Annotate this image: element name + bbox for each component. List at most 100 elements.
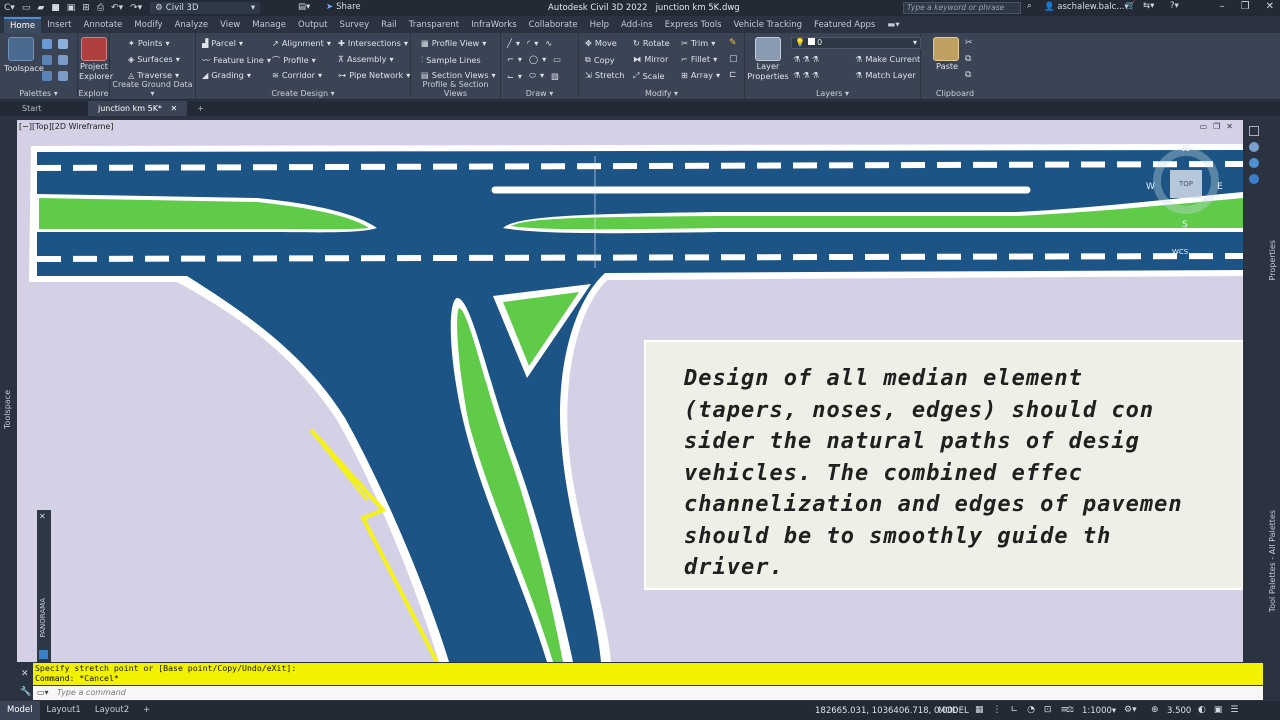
annotation-scale[interactable]: 1:1000▾ <box>1082 706 1116 716</box>
help-icon[interactable]: ?▾ <box>1170 1 1179 11</box>
intersections-button[interactable]: ✚ Intersections ▾ <box>338 38 408 48</box>
cart-icon[interactable]: 🛒 <box>1125 1 1136 11</box>
open-web-icon[interactable]: ⊞ <box>82 3 90 13</box>
search-input[interactable]: Type a keyword or phrase <box>903 2 1021 14</box>
close-tab-icon[interactable]: ✕ <box>170 104 177 113</box>
ortho-icon[interactable]: ∟ <box>1011 705 1019 715</box>
wrench-icon[interactable]: 🔧 <box>20 687 31 697</box>
palette-icon[interactable] <box>58 39 68 49</box>
cleanscreen-icon[interactable]: ▣ <box>1214 705 1223 715</box>
viewport-window-controls[interactable]: ▭❐✕ <box>1200 122 1239 131</box>
section-views-button[interactable]: ▤ Section Views ▾ <box>421 70 496 80</box>
ribbon-tab-infraworks[interactable]: InfraWorks <box>465 17 523 33</box>
design-label[interactable]: Create Design ▾ <box>196 89 410 98</box>
viewcube-top[interactable]: TOP <box>1170 170 1202 198</box>
app-menu-icon[interactable]: C▾ <box>4 3 15 13</box>
copy-button[interactable]: ⧉ Copy <box>585 54 615 65</box>
grid-icon[interactable]: ▦ <box>975 705 984 715</box>
ribbon-tab-collaborate[interactable]: Collaborate <box>523 17 584 33</box>
panorama-icon[interactable] <box>39 650 48 659</box>
palettes-panel-label[interactable]: Palettes ▾ <box>0 89 77 98</box>
traverse-button[interactable]: ◬ Traverse ▾ <box>128 70 179 80</box>
add-layout-button[interactable]: + <box>136 701 157 720</box>
layer-tools-row2[interactable]: ⚗⚗⚗ <box>793 70 821 80</box>
exchange-icon[interactable]: ⇆▾ <box>1143 1 1154 11</box>
drawing-tab[interactable]: junction km 5K* ✕ <box>88 101 188 116</box>
trim-button[interactable]: ✂ Trim ▾ <box>681 38 715 48</box>
ribbon-overflow-icon[interactable]: ▬▾ <box>881 17 905 33</box>
palette-icon[interactable] <box>42 55 52 65</box>
match-prop-icon[interactable]: ⧉ <box>965 70 971 80</box>
folder-icon[interactable]: ▤▾ <box>298 2 310 12</box>
redo-icon[interactable]: ↷▾ <box>130 3 142 13</box>
alignment-button[interactable]: ↗ Alignment ▾ <box>272 38 331 48</box>
sample-lines-button[interactable]: ⫶ Sample Lines <box>421 54 481 65</box>
zoom-icon[interactable] <box>1249 158 1259 168</box>
grading-button[interactable]: ◢ Grading ▾ <box>202 70 251 80</box>
user-account[interactable]: 👤 aschalew.balc...▾ <box>1044 2 1129 12</box>
orbit-icon[interactable] <box>1249 174 1259 184</box>
ribbon-tab-annotate[interactable]: Annotate <box>78 17 129 33</box>
scale-button[interactable]: ⤢ Scale <box>633 70 665 81</box>
erase-icon[interactable]: ✎ <box>729 38 737 48</box>
draw-label[interactable]: Draw ▾ <box>501 89 578 98</box>
corridor-button[interactable]: ≋ Corridor ▾ <box>272 70 322 80</box>
surfaces-button[interactable]: ◈ Surfaces ▾ <box>128 54 180 64</box>
pipe-network-button[interactable]: ⊶ Pipe Network ▾ <box>338 70 410 80</box>
drawing-viewport[interactable]: [−][Top][2D Wireframe] ▭❐✕ TOP N W E S W… <box>17 120 1243 662</box>
viewcube-north[interactable]: N <box>1182 144 1190 154</box>
customize-icon[interactable]: ☰ <box>1230 705 1238 715</box>
profile-view-button[interactable]: ▦ Profile View ▾ <box>421 38 486 48</box>
line-tools[interactable]: ╱▾ ◜▾ ∿ <box>507 38 556 48</box>
restore-viewport-icon[interactable]: ❐ <box>1213 122 1226 131</box>
isolate-icon[interactable]: ◐ <box>1198 705 1206 715</box>
layer-properties-icon[interactable] <box>755 37 781 61</box>
settings-gear-icon[interactable]: ⚙▾ <box>1124 705 1137 715</box>
assembly-button[interactable]: ⊼ Assembly ▾ <box>338 54 394 64</box>
points-button[interactable]: ✦ Points ▾ <box>128 38 170 48</box>
wcs-menu[interactable]: WCS <box>1172 248 1188 256</box>
open-icon[interactable]: ▰ <box>37 3 44 13</box>
palette-icon[interactable] <box>42 71 52 81</box>
maximize-icon[interactable]: ❐ <box>1241 1 1250 12</box>
tool-palettes-side-label[interactable]: Tool Palettes - All Palettes <box>1268 510 1277 612</box>
ribbon-tab-rail[interactable]: Rail <box>375 17 403 33</box>
parcel-button[interactable]: ▟ Parcel ▾ <box>202 38 243 48</box>
palette-icon[interactable] <box>58 55 68 65</box>
ribbon-tab-output[interactable]: Output <box>292 17 334 33</box>
offset-icon[interactable]: ⊏ <box>729 70 737 80</box>
paste-button[interactable]: Paste <box>936 61 958 71</box>
close-command-icon[interactable]: ✕ <box>21 669 29 679</box>
paste-icon[interactable] <box>933 37 959 61</box>
layer-tools-row1[interactable]: ⚗⚗⚗ <box>793 54 821 64</box>
copy-clip-icon[interactable]: ⧉ <box>965 54 971 64</box>
minimize-icon[interactable]: – <box>1220 1 1225 12</box>
explode-icon[interactable]: ▢ <box>729 54 738 64</box>
match-layer-button[interactable]: ⚗ Match Layer <box>855 70 916 80</box>
array-button[interactable]: ⊞ Array ▾ <box>681 70 720 80</box>
start-tab[interactable]: Start <box>12 101 88 116</box>
make-current-button[interactable]: ⚗ Make Current <box>855 54 920 64</box>
ribbon-tab-home[interactable]: Home <box>4 17 42 33</box>
viewcube-west[interactable]: W <box>1146 182 1155 192</box>
workspace-dropdown[interactable]: ⚙ Civil 3D ▾ <box>150 2 261 14</box>
ribbon-tab-transparent[interactable]: Transparent <box>403 17 465 33</box>
viewcube-south[interactable]: S <box>1182 220 1188 230</box>
coordinate-readout[interactable]: 182665.031, 1036406.718, 0.000 <box>815 706 958 716</box>
print-icon[interactable]: ⎙ <box>97 3 104 13</box>
share-button[interactable]: ➤ Share <box>326 2 361 12</box>
new-tab-button[interactable]: + <box>187 101 214 116</box>
command-input[interactable]: ▭▾ Type a command <box>33 686 1263 700</box>
search-icon[interactable]: ⌕ <box>1027 1 1032 11</box>
saveas-icon[interactable]: ▣ <box>67 3 76 13</box>
mirror-button[interactable]: ⧓ Mirror <box>633 54 668 64</box>
palette-icon[interactable] <box>58 71 68 81</box>
ribbon-tab-help[interactable]: Help <box>584 17 615 33</box>
ribbon-tab-view[interactable]: View <box>214 17 246 33</box>
minimize-viewport-icon[interactable]: ▭ <box>1200 122 1214 131</box>
viewcube-east[interactable]: E <box>1217 182 1223 192</box>
palette-icon[interactable] <box>42 39 52 49</box>
ribbon-tab-manage[interactable]: Manage <box>246 17 292 33</box>
viewport-controls-label[interactable]: [−][Top][2D Wireframe] <box>19 122 113 131</box>
ribbon-tab-insert[interactable]: Insert <box>41 17 77 33</box>
